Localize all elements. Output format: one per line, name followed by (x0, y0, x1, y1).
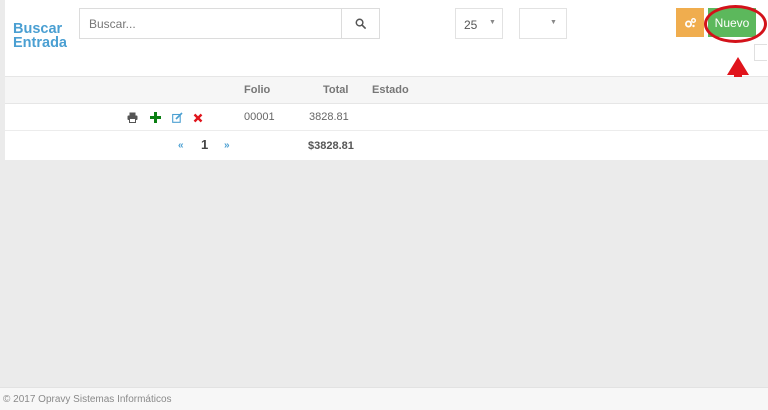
main-panel: Buscar Entrada 25 ▼ ▼ Nuevo (5, 0, 768, 160)
search-input[interactable] (80, 9, 341, 38)
column-header-estado: Estado (372, 84, 409, 96)
print-icon[interactable] (126, 111, 139, 124)
last-page-link[interactable]: » (224, 140, 230, 151)
toolbar: Buscar Entrada (5, 0, 768, 77)
delete-icon[interactable] (191, 111, 204, 124)
cell-total: 3828.81 (309, 111, 349, 123)
table-row[interactable]: 00001 3828.81 (5, 104, 768, 131)
pagination: « 1 » $3828.81 (5, 131, 768, 160)
page-size-select[interactable]: 25 ▼ (455, 8, 503, 39)
page-number[interactable]: 1 (201, 137, 208, 152)
total-sum: $3828.81 (308, 140, 354, 152)
chevron-down-icon: ▼ (489, 19, 496, 26)
footer-text: © 2017 Opravy Sistemas Informáticos (3, 394, 172, 405)
cell-folio: 00001 (244, 111, 275, 123)
first-page-link[interactable]: « (178, 140, 184, 151)
column-header-folio: Folio (244, 84, 271, 96)
filter-select[interactable]: ▼ (519, 8, 567, 39)
page-size-value: 25 (464, 18, 478, 32)
search-icon (355, 18, 366, 29)
search-button[interactable] (341, 9, 379, 38)
chevron-down-icon: ▼ (550, 19, 557, 26)
page-title-line2: Entrada (13, 35, 67, 51)
edit-icon[interactable] (171, 111, 184, 124)
table-header: Folio Total Estado (5, 77, 768, 104)
panel-edge (754, 44, 767, 61)
search-box (79, 8, 380, 39)
new-button[interactable]: Nuevo (708, 8, 756, 37)
page-title: Buscar Entrada (13, 21, 67, 51)
add-icon[interactable] (149, 111, 162, 124)
column-header-total: Total (323, 84, 349, 96)
settings-button[interactable] (676, 8, 704, 37)
gears-icon (684, 17, 696, 27)
page-title-line1: Buscar (13, 21, 63, 37)
footer: © 2017 Opravy Sistemas Informáticos (0, 387, 768, 410)
